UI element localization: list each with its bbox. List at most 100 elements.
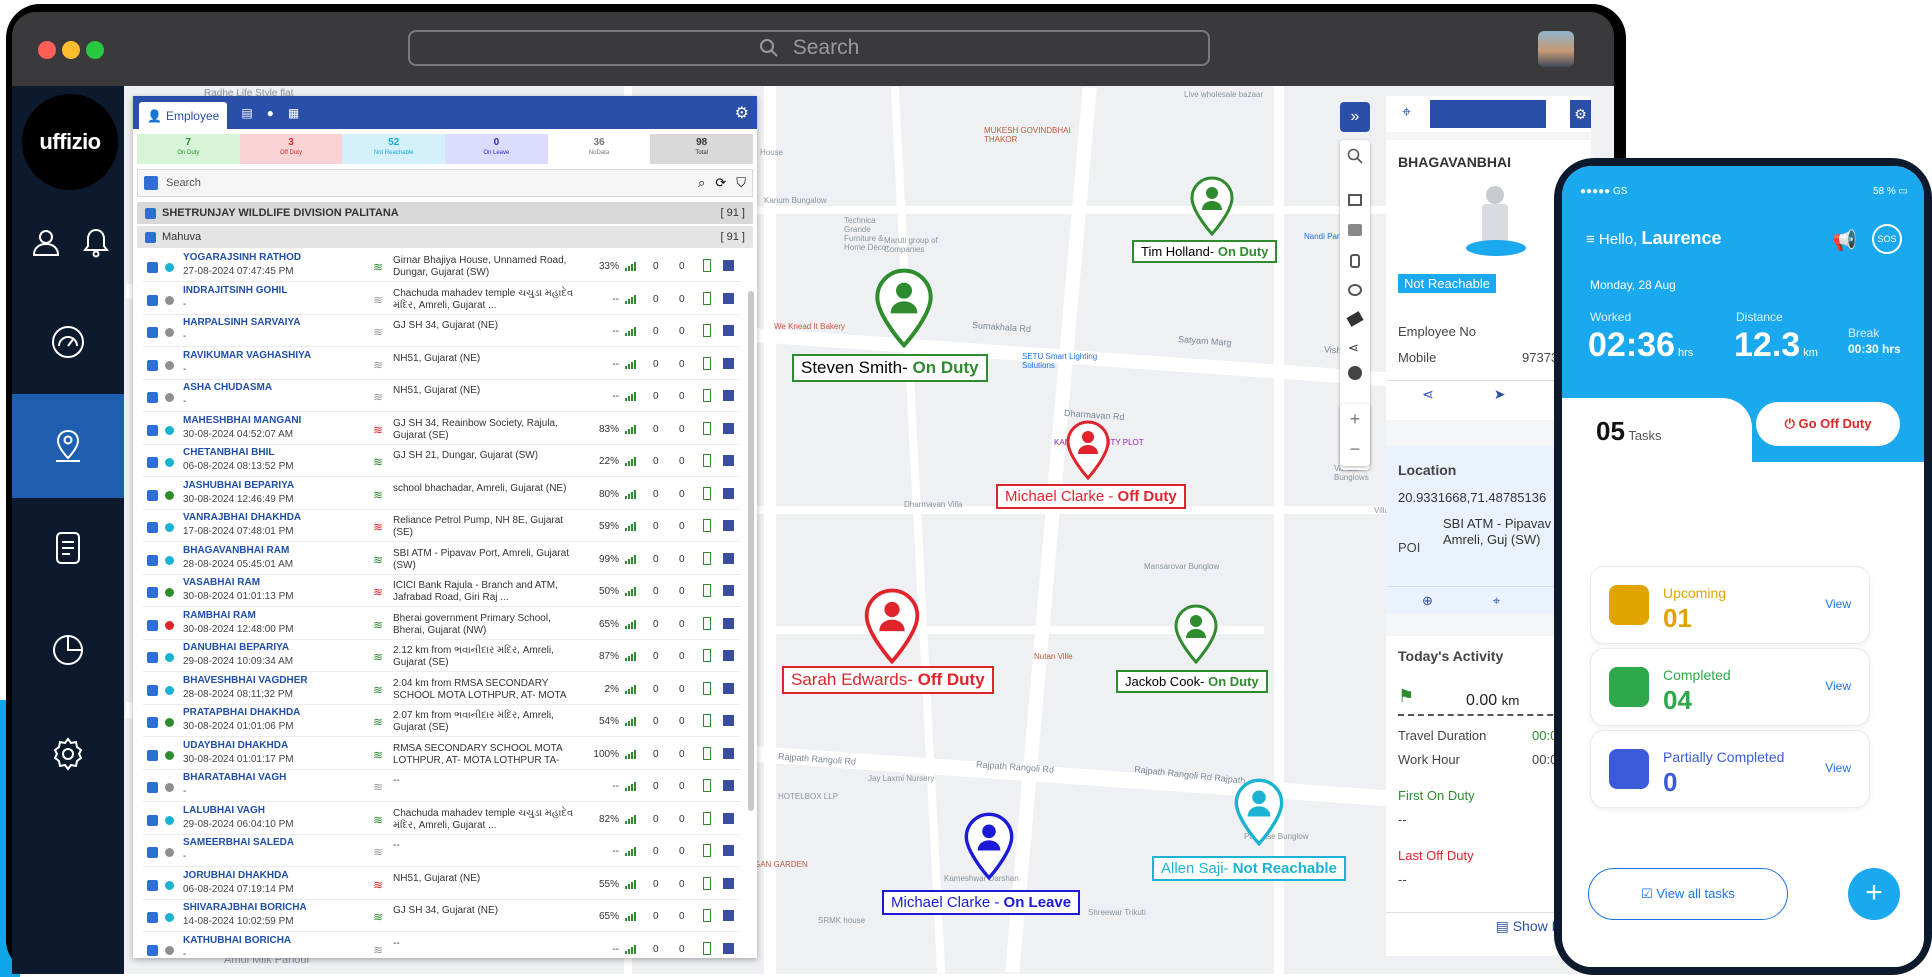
table-row[interactable]: DANUBHAI BEPARIYA 29-08-2024 10:09:34 AM… xyxy=(143,640,741,672)
table-row[interactable]: YOGARAJSINH RATHOD 27-08-2024 07:47:45 P… xyxy=(143,250,741,282)
report-book-icon[interactable] xyxy=(723,747,734,759)
table-row[interactable]: JASHUBHAI BEPARIYA 30-08-2024 12:46:49 P… xyxy=(143,478,741,510)
employee-map-label[interactable]: Michael Clarke - On Leave xyxy=(882,890,1081,915)
table-row[interactable]: HARPALSINH SARVAIYA - ≋ GJ SH 34, Gujara… xyxy=(143,315,741,347)
tab-grid-icon[interactable]: ▦ xyxy=(288,106,299,120)
employee-map-pin-icon[interactable] xyxy=(1066,420,1110,480)
report-book-icon[interactable] xyxy=(723,260,734,271)
employee-name[interactable]: BHARATABHAI VAGH xyxy=(183,772,286,783)
subgroup-row[interactable]: Mahuva [ 91 ] xyxy=(137,226,753,248)
employee-name[interactable]: YOGARAJSINH RATHOD xyxy=(183,252,301,263)
row-checkbox[interactable] xyxy=(147,749,158,761)
report-book-icon[interactable] xyxy=(723,487,734,499)
subgroup-checkbox[interactable] xyxy=(145,231,156,243)
employee-name[interactable]: VASABHAI RAM xyxy=(183,577,260,588)
row-checkbox[interactable] xyxy=(147,522,158,533)
row-checkbox[interactable] xyxy=(147,554,158,566)
employee-name[interactable]: INDRAJITSINH GOHIL xyxy=(183,285,287,296)
table-row[interactable]: SAMEERBHAI SALEDA - ≋ -- -- 0 0 xyxy=(143,835,741,867)
status-counter[interactable]: 3 Off Duty xyxy=(239,134,343,164)
table-row[interactable]: VASABHAI RAM 30-08-2024 01:01:13 PM ≋ IC… xyxy=(143,575,741,607)
megaphone-icon[interactable]: 📢 xyxy=(1832,228,1857,253)
zoom-in-button[interactable]: + xyxy=(1340,404,1370,434)
row-checkbox[interactable] xyxy=(147,814,158,826)
expand-panel-button[interactable]: » xyxy=(1340,102,1370,132)
tab-employee[interactable]: 👤 Employee xyxy=(139,102,228,129)
employee-name[interactable]: SHIVARAJBHAI BORICHA xyxy=(183,902,307,913)
route-icon[interactable] xyxy=(1348,284,1362,296)
add-user-location-icon[interactable]: ⊕ xyxy=(1422,593,1433,609)
status-counter[interactable]: 36 NoData xyxy=(547,134,651,164)
table-row[interactable]: PRATAPBHAI DHAKHDA 30-08-2024 01:01:06 P… xyxy=(143,705,741,737)
row-checkbox[interactable] xyxy=(147,847,158,858)
user-avatar[interactable] xyxy=(1538,31,1574,67)
menu-icon[interactable]: ≡ xyxy=(1586,231,1599,248)
row-checkbox[interactable] xyxy=(147,619,158,631)
dashboard-gauge-icon[interactable] xyxy=(48,322,88,362)
row-checkbox[interactable] xyxy=(147,489,158,501)
table-row[interactable]: RAVIKUMAR VAGHASHIYA - ≋ NH51, Gujarat (… xyxy=(143,348,741,380)
employee-name[interactable]: RAMBHAI RAM xyxy=(183,610,256,621)
table-row[interactable]: ASHA CHUDASMA - ≋ NH51, Gujarat (NE) -- … xyxy=(143,380,741,412)
group-row[interactable]: SHETRUNJAY WILDLIFE DIVISION PALITANA [ … xyxy=(137,202,753,224)
employee-map-label[interactable]: Sarah Edwards- Off Duty xyxy=(782,666,994,694)
employee-name[interactable]: HARPALSINH SARVAIYA xyxy=(183,317,300,328)
table-row[interactable]: UDAYBHAI DHAKHDA 30-08-2024 01:01:17 PM … xyxy=(143,738,741,770)
employee-name[interactable]: CHETANBHAI BHIL xyxy=(183,447,274,458)
settings-gear-icon[interactable] xyxy=(48,734,88,774)
employee-map-label[interactable]: Allen Saji- Not Reachable xyxy=(1152,856,1346,881)
filter-icon[interactable]: ⛉ xyxy=(736,175,746,191)
detail-tab-bar[interactable] xyxy=(1430,100,1546,128)
report-book-icon[interactable] xyxy=(723,910,734,921)
table-row[interactable]: BHARATABHAI VAGH - ≋ -- -- 0 0 xyxy=(143,770,741,802)
browser-search-bar[interactable]: Search xyxy=(408,30,1210,66)
employee-map-label[interactable]: Steven Smith- On Duty xyxy=(792,354,988,382)
map-layer-icon[interactable] xyxy=(1348,194,1362,206)
employee-map-pin-icon[interactable] xyxy=(1174,604,1218,664)
panel-settings-gear-icon[interactable]: ⚙ xyxy=(735,103,749,123)
row-checkbox[interactable] xyxy=(147,359,158,371)
employee-map-pin-icon[interactable] xyxy=(1234,778,1284,846)
status-counter[interactable]: 0 On Leave xyxy=(445,134,548,164)
zoom-out-button[interactable]: − xyxy=(1340,434,1370,464)
map-search-icon[interactable] xyxy=(1347,148,1363,169)
map-pin-icon[interactable] xyxy=(48,426,88,466)
report-pie-icon[interactable] xyxy=(48,630,88,670)
employee-name[interactable]: BHAGAVANBHAI RAM xyxy=(183,545,289,556)
report-book-icon[interactable] xyxy=(723,325,734,336)
report-book-icon[interactable] xyxy=(723,292,734,304)
report-book-icon[interactable] xyxy=(723,715,734,726)
table-row[interactable]: KATHUBHAI BORICHA - ≋ -- -- 0 0 xyxy=(143,933,741,958)
add-task-button[interactable]: + xyxy=(1848,868,1900,920)
report-book-icon[interactable] xyxy=(723,877,734,889)
document-icon[interactable] xyxy=(48,528,88,568)
table-row[interactable]: VANRAJBHAI DHAKHDA 17-08-2024 07:48:01 P… xyxy=(143,510,741,542)
row-checkbox[interactable] xyxy=(147,944,158,956)
share-icon[interactable]: ⋖ xyxy=(1422,386,1434,403)
row-checkbox[interactable] xyxy=(147,912,158,923)
employee-name[interactable]: JORUBHAI DHAKHDA xyxy=(183,870,289,881)
search-icon[interactable]: ⌕ xyxy=(698,175,705,191)
tag-icon[interactable] xyxy=(1346,311,1364,327)
share-icon[interactable]: ⋖ xyxy=(1348,340,1359,356)
view-all-tasks-button[interactable]: ☑ View all tasks xyxy=(1588,868,1788,920)
list-search-input[interactable]: Search xyxy=(166,177,698,189)
detail-settings-gear-icon[interactable]: ⚙ xyxy=(1570,100,1591,128)
row-checkbox[interactable] xyxy=(147,262,158,273)
traffic-icon[interactable] xyxy=(1348,224,1362,236)
row-checkbox[interactable] xyxy=(147,879,158,891)
row-checkbox[interactable] xyxy=(147,294,158,306)
report-book-icon[interactable] xyxy=(723,520,734,531)
row-checkbox[interactable] xyxy=(147,392,158,403)
uffizio-logo[interactable]: uffizio xyxy=(22,94,118,190)
report-book-icon[interactable] xyxy=(723,422,734,434)
report-book-icon[interactable] xyxy=(723,585,734,596)
task-card[interactable]: Partially Completed 0 View xyxy=(1590,730,1870,808)
report-book-icon[interactable] xyxy=(723,552,734,564)
employee-name[interactable]: SAMEERBHAI SALEDA xyxy=(183,837,294,848)
maximize-window-button[interactable] xyxy=(86,41,104,59)
add-location-icon[interactable]: ⌖ xyxy=(1493,593,1500,609)
employee-name[interactable]: KATHUBHAI BORICHA xyxy=(183,935,291,946)
report-book-icon[interactable] xyxy=(723,942,734,954)
row-checkbox[interactable] xyxy=(147,717,158,728)
